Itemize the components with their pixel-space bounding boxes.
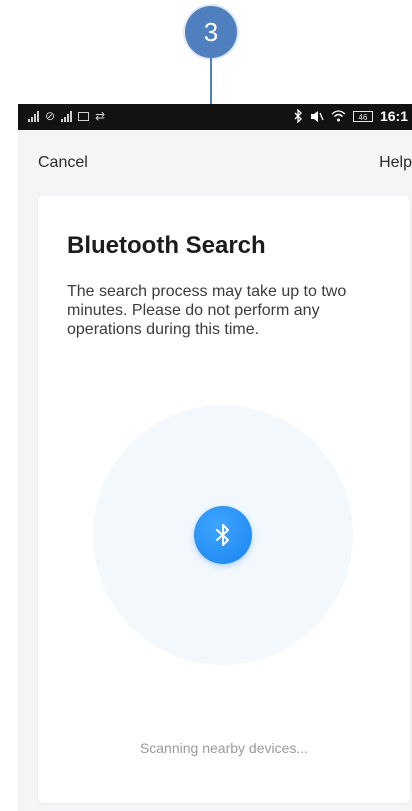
nav-bar: Cancel Help: [18, 130, 412, 194]
status-time: 16:1: [379, 108, 408, 124]
help-button[interactable]: Help: [379, 154, 412, 172]
mute-icon: [310, 110, 324, 122]
status-left: ⊘ ⇄: [28, 109, 105, 123]
wifi-icon: [331, 110, 346, 122]
image-icon: [78, 111, 90, 121]
page-title: Bluetooth Search: [67, 232, 266, 259]
status-bar: ⊘ ⇄ 46 16:1: [18, 104, 412, 130]
phone-screen: ⊘ ⇄ 46 16:1 Cancel Help Bluetooth Search…: [18, 104, 412, 811]
cancel-button[interactable]: Cancel: [38, 154, 88, 172]
no-sim-icon: ⊘: [45, 109, 56, 123]
search-card: Bluetooth Search The search process may …: [38, 196, 410, 803]
scan-status: Scanning nearby devices...: [139, 740, 309, 756]
bluetooth-scan-indicator: [194, 506, 252, 564]
sync-icon: ⇄: [95, 109, 106, 123]
signal-icon: [28, 110, 39, 122]
bluetooth-icon: [216, 524, 229, 546]
step-badge: 3: [185, 6, 237, 58]
bluetooth-icon: [294, 109, 302, 123]
step-number: 3: [203, 17, 219, 47]
step-connector: [210, 58, 212, 104]
page: 3 ⊘ ⇄ 46 16:1 Cancel Help Bluetooth Sear…: [0, 0, 412, 811]
signal-icon: [61, 110, 73, 122]
battery-icon: 46: [352, 110, 373, 122]
status-right: 46 16:1: [294, 108, 408, 124]
search-description: The search process may take up to two mi…: [67, 283, 347, 338]
